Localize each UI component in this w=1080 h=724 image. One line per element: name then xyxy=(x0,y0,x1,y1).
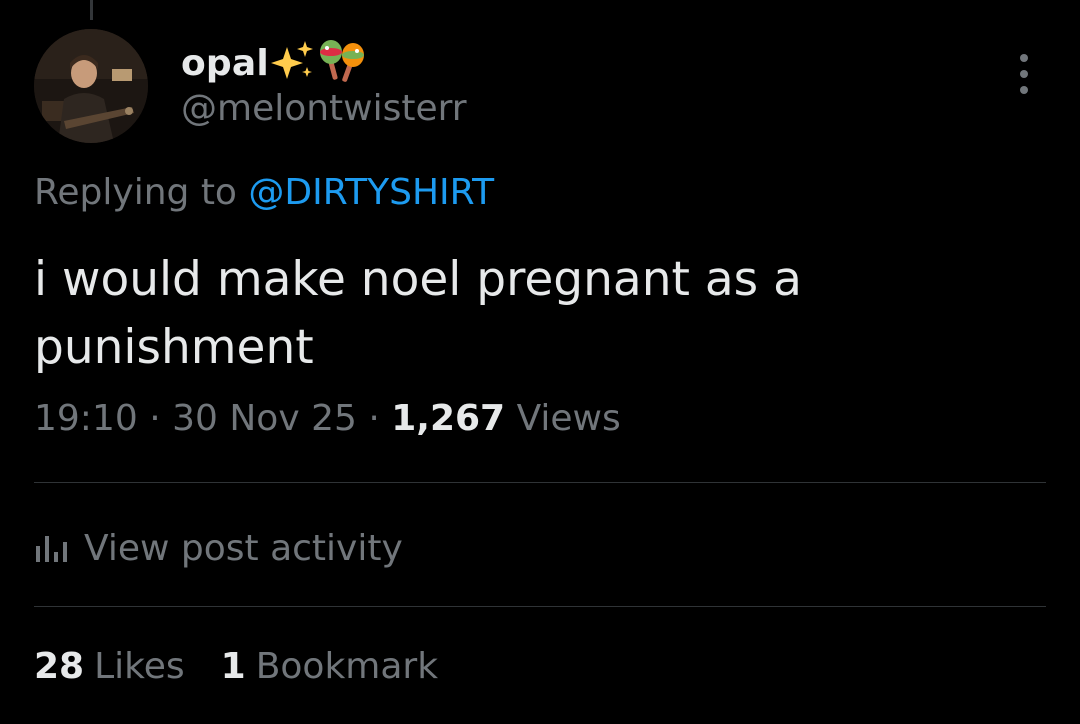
bookmarks-label[interactable]: Bookmark xyxy=(256,646,438,687)
more-dot xyxy=(1020,70,1028,78)
more-dot xyxy=(1020,54,1028,62)
sparkles-emoji-icon xyxy=(270,41,315,85)
more-options-icon[interactable] xyxy=(1008,54,1040,94)
author-handle[interactable]: @melontwisterr xyxy=(181,88,467,129)
author-name-row[interactable]: opal xyxy=(181,38,369,88)
bar-chart-icon xyxy=(34,532,68,564)
tweet-text: i would make noel pregnant as a punishme… xyxy=(34,252,802,375)
tweet-meta: 19:10 · 30 Nov 25 · 1,267 Views xyxy=(34,398,621,439)
view-post-activity-label: View post activity xyxy=(84,527,403,569)
tweet-time[interactable]: 19:10 xyxy=(34,398,138,439)
divider xyxy=(34,606,1046,607)
avatar-photo xyxy=(34,29,148,143)
engagement-stats: 28 Likes 1 Bookmark xyxy=(34,646,474,687)
likes-label[interactable]: Likes xyxy=(94,646,185,687)
avatar[interactable] xyxy=(34,29,148,143)
meta-separator: · xyxy=(149,398,161,439)
views-count: 1,267 xyxy=(391,398,506,439)
meta-separator: · xyxy=(368,398,380,439)
tweet-date[interactable]: 30 Nov 25 xyxy=(172,398,357,439)
display-name[interactable]: opal xyxy=(181,43,269,84)
thread-connector-line xyxy=(90,0,93,20)
replying-to-label: Replying to xyxy=(34,172,237,213)
views-label: Views xyxy=(516,398,621,439)
maracas-emoji-icon xyxy=(317,38,369,88)
likes-count[interactable]: 28 xyxy=(34,646,84,687)
replying-to-handle-link[interactable]: @DIRTYSHIRT xyxy=(248,172,494,213)
view-post-activity-button[interactable]: View post activity xyxy=(34,520,403,576)
replying-to-line: Replying to @DIRTYSHIRT xyxy=(34,172,494,213)
divider xyxy=(34,482,1046,483)
bookmarks-count[interactable]: 1 xyxy=(221,646,246,687)
more-dot xyxy=(1020,86,1028,94)
